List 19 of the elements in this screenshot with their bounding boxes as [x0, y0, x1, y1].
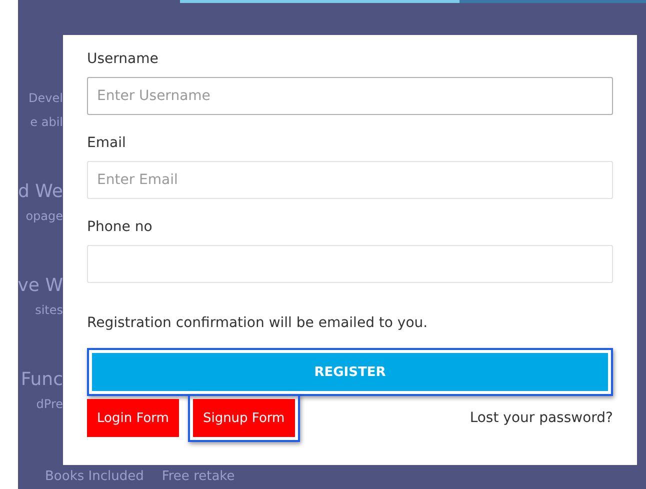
- register-button[interactable]: REGISTER: [92, 353, 608, 391]
- background-text: sites: [35, 302, 63, 318]
- background-text: e abil: [30, 114, 63, 130]
- form-switch-button[interactable]: Login Form: [87, 399, 179, 437]
- background-text: Free retake: [162, 469, 235, 484]
- field-label: Phone no: [87, 219, 154, 236]
- background-text: Devel: [28, 90, 63, 106]
- field-label: Email: [87, 135, 127, 152]
- background-text: ve W: [18, 274, 63, 298]
- info-text: Registration confirmation will be emailed to you.: [87, 315, 429, 332]
- form-switch-button[interactable]: Signup Form: [192, 399, 295, 437]
- lost-password-link[interactable]: Lost your password?: [470, 410, 613, 426]
- field-label: Username: [87, 51, 160, 68]
- background-text: Books Included: [45, 469, 144, 484]
- input-field[interactable]: Enter Username: [87, 77, 613, 115]
- background-text: d We: [18, 180, 63, 204]
- background-text: Func: [20, 368, 63, 392]
- background-text: dPre: [36, 396, 63, 412]
- background-text: opage: [26, 208, 63, 224]
